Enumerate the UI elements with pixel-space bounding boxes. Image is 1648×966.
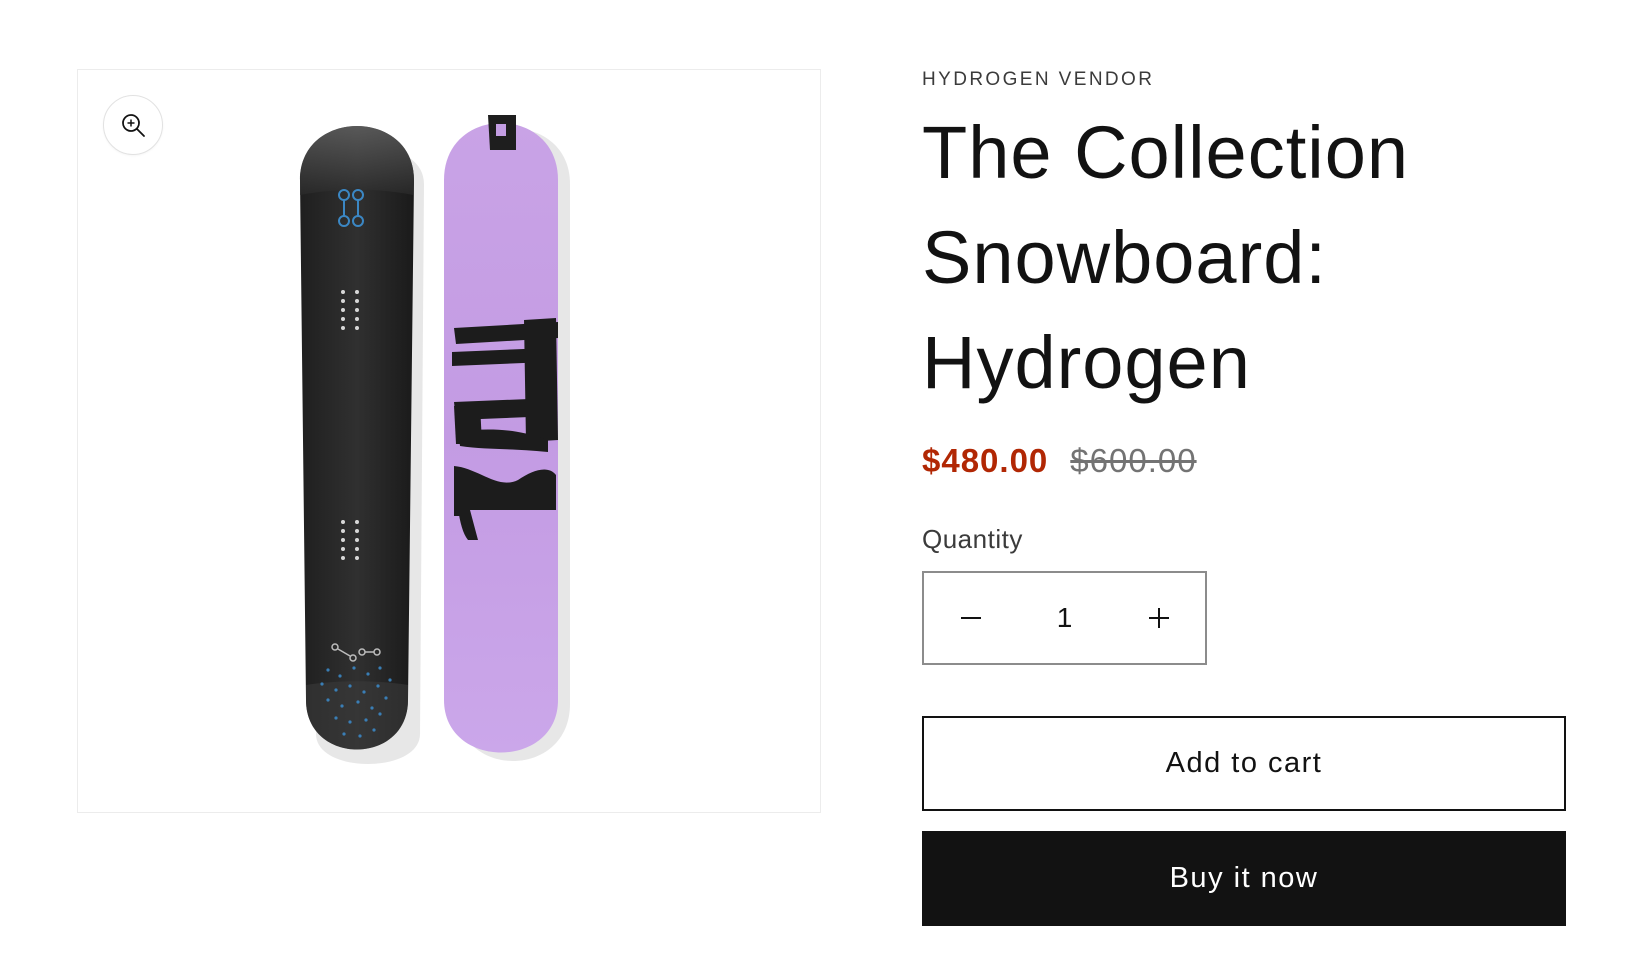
decrease-quantity-button[interactable] — [924, 573, 1017, 663]
product-title: The Collection Snowboard: Hydrogen — [922, 111, 1410, 404]
quantity-input[interactable] — [1017, 572, 1112, 664]
vendor-name: HYDROGEN VENDOR — [922, 69, 1155, 90]
zoom-button[interactable] — [103, 95, 163, 155]
buy-it-now-button[interactable]: Buy it now — [922, 831, 1566, 926]
minus-icon — [960, 617, 981, 619]
add-to-cart-button[interactable]: Add to cart — [922, 716, 1566, 811]
product-page: HYDROGEN VENDOR The Collection Snowboard… — [0, 0, 1648, 966]
price-block: $480.00 $600.00 — [922, 442, 1197, 480]
compare-at-price: $600.00 — [1070, 442, 1197, 479]
product-media — [77, 69, 821, 813]
zoom-in-icon — [122, 114, 145, 137]
product-image[interactable] — [78, 70, 820, 812]
quantity-stepper — [922, 571, 1207, 665]
increase-quantity-button[interactable] — [1112, 573, 1205, 663]
quantity-label: Quantity — [922, 524, 1023, 554]
sale-price: $480.00 — [922, 442, 1049, 479]
plus-icon — [1148, 608, 1169, 628]
